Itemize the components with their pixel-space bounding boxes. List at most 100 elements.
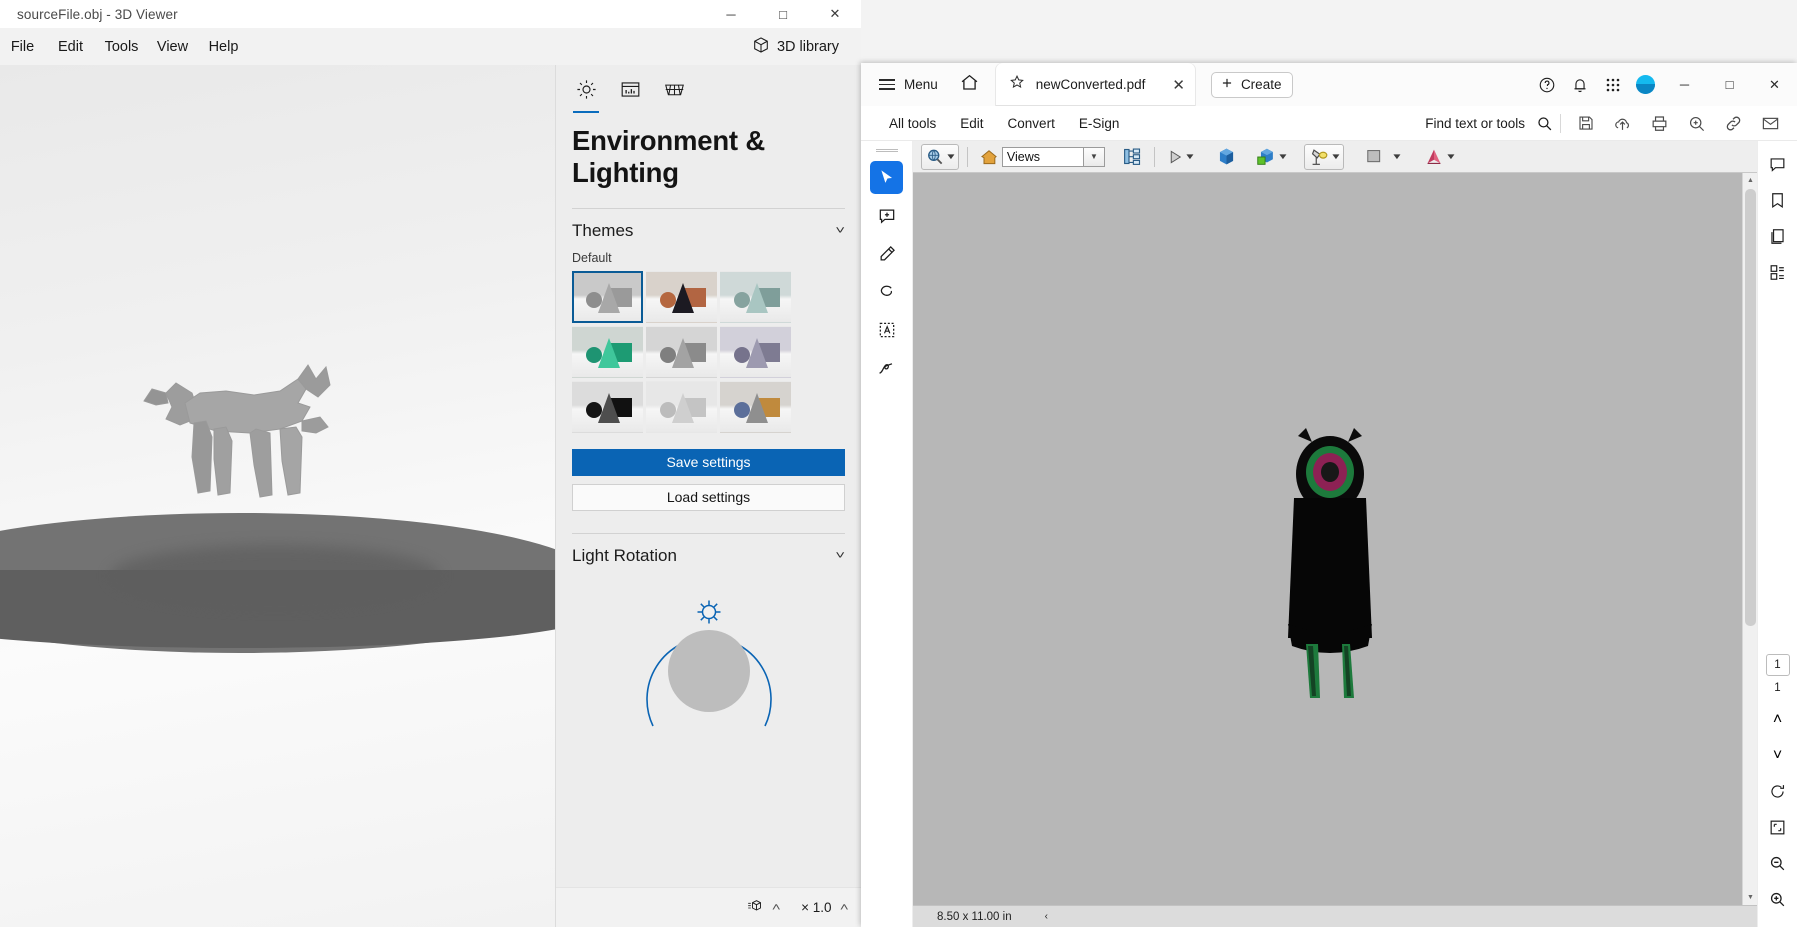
render-mode-button[interactable]: ▼ bbox=[1252, 144, 1290, 170]
rotate-page-icon[interactable] bbox=[1762, 776, 1793, 807]
page-thumbnails-icon[interactable] bbox=[1762, 257, 1793, 288]
chevron-down-icon[interactable]: ▼ bbox=[1184, 152, 1196, 161]
pdf-vertical-scrollbar[interactable]: ▲ ▼ bbox=[1742, 173, 1757, 905]
theme-teal-sky[interactable] bbox=[720, 270, 791, 323]
sign-tool-button[interactable] bbox=[870, 351, 903, 384]
play-animation-button[interactable]: ▼ bbox=[1163, 144, 1197, 170]
link-icon[interactable] bbox=[1715, 106, 1752, 141]
theme-green[interactable] bbox=[572, 325, 643, 378]
theme-sunset[interactable] bbox=[646, 270, 717, 323]
scale-control[interactable]: × 1.0 ˄ bbox=[801, 900, 848, 915]
model-units-control[interactable]: ˄ bbox=[747, 898, 780, 917]
theme-preview-shapes bbox=[729, 392, 783, 423]
all-tools-button[interactable]: All tools bbox=[877, 112, 948, 135]
acrobat-minimize-button[interactable]: ─ bbox=[1662, 63, 1707, 106]
comment-tool-button[interactable] bbox=[870, 199, 903, 232]
pdf-page-area[interactable]: x ▲ ▼ bbox=[913, 173, 1757, 905]
light-rotation-section-header[interactable]: Light Rotation ˅ bbox=[556, 534, 861, 572]
scroll-up-button[interactable]: ▲ bbox=[1743, 173, 1757, 188]
rail-grip[interactable] bbox=[875, 149, 898, 152]
scroll-down-button[interactable]: ▼ bbox=[1743, 890, 1757, 905]
default-view-button[interactable] bbox=[976, 144, 1002, 170]
scrollbar-thumb[interactable] bbox=[1745, 189, 1756, 626]
menu-file[interactable]: File bbox=[0, 33, 45, 61]
menu-help[interactable]: Help bbox=[198, 33, 249, 61]
hamburger-menu-icon[interactable] bbox=[879, 78, 895, 91]
theme-lavender[interactable] bbox=[720, 325, 791, 378]
print-icon[interactable] bbox=[1641, 106, 1678, 141]
acrobat-close-button[interactable]: ✕ bbox=[1752, 63, 1797, 106]
viewer-close-button[interactable]: ✕ bbox=[809, 0, 861, 28]
zoom-out-icon[interactable] bbox=[1762, 848, 1793, 879]
cross-section-button[interactable]: ▼ bbox=[1420, 144, 1458, 170]
page-number-input[interactable]: 1 bbox=[1765, 654, 1790, 676]
light-rotation-control[interactable] bbox=[556, 590, 861, 790]
chevron-down-icon[interactable]: ▼ bbox=[945, 152, 957, 161]
toolbar-divider bbox=[1560, 113, 1561, 133]
ortho-projection-button[interactable] bbox=[1213, 144, 1240, 170]
menu-edit[interactable]: Edit bbox=[45, 33, 96, 61]
model-tree-button[interactable] bbox=[1119, 144, 1146, 170]
save-settings-button[interactable]: Save settings bbox=[572, 448, 845, 476]
draw-tool-button[interactable] bbox=[870, 275, 903, 308]
themes-section-header[interactable]: Themes ˅ bbox=[556, 209, 861, 247]
highlight-tool-button[interactable] bbox=[870, 237, 903, 270]
background-color-button[interactable]: ▼ bbox=[1362, 144, 1404, 170]
close-icon[interactable]: ✕ bbox=[1172, 76, 1185, 94]
light-rotation-knob[interactable] bbox=[667, 629, 750, 712]
menu-view[interactable]: View bbox=[147, 33, 198, 61]
chevron-down-icon[interactable]: ▼ bbox=[1445, 152, 1457, 161]
lighting-button[interactable]: ▼ bbox=[1303, 143, 1344, 170]
create-button[interactable]: Create bbox=[1210, 71, 1294, 98]
upload-cloud-icon[interactable] bbox=[1604, 106, 1641, 141]
document-tab[interactable]: newConverted.pdf ✕ bbox=[995, 63, 1195, 106]
viewer-minimize-button[interactable]: ─ bbox=[705, 0, 757, 28]
acrobat-titlebar: Menu newConverted.pdf ✕ Create ─ □ ✕ bbox=[861, 63, 1797, 106]
status-collapse-button[interactable]: ‹ bbox=[1045, 911, 1048, 922]
page-up-button[interactable]: ˄ bbox=[1762, 704, 1793, 735]
help-circle-icon[interactable] bbox=[1530, 63, 1563, 106]
theme-dark[interactable] bbox=[572, 380, 643, 433]
3d-canvas[interactable] bbox=[0, 65, 556, 927]
theme-neutral[interactable] bbox=[646, 325, 717, 378]
chevron-down-icon[interactable]: ▼ bbox=[1277, 152, 1289, 161]
home-icon[interactable] bbox=[959, 72, 980, 98]
esign-button[interactable]: E-Sign bbox=[1067, 112, 1132, 135]
chevron-down-icon[interactable]: ▼ bbox=[1391, 152, 1403, 161]
select-tool-button[interactable] bbox=[870, 161, 903, 194]
3d-library-button[interactable]: 3D library bbox=[746, 32, 845, 62]
search-icon[interactable] bbox=[1534, 106, 1554, 141]
tab-statistics[interactable] bbox=[608, 75, 652, 109]
convert-button[interactable]: Convert bbox=[996, 112, 1067, 135]
bookmark-icon[interactable] bbox=[1762, 185, 1793, 216]
page-down-button[interactable]: ˅ bbox=[1762, 740, 1793, 771]
viewer-maximize-button[interactable]: □ bbox=[757, 0, 809, 28]
menu-tools[interactable]: Tools bbox=[96, 33, 147, 61]
apps-grid-icon[interactable] bbox=[1596, 63, 1629, 106]
theme-colorful[interactable] bbox=[720, 380, 791, 433]
tab-grid[interactable] bbox=[652, 75, 696, 109]
avatar[interactable] bbox=[1629, 63, 1662, 106]
find-highlight-icon[interactable] bbox=[1678, 106, 1715, 141]
organize-pages-icon[interactable] bbox=[1762, 221, 1793, 252]
views-input[interactable]: Views bbox=[1001, 146, 1084, 167]
acrobat-maximize-button[interactable]: □ bbox=[1707, 63, 1752, 106]
pdf-page[interactable]: x bbox=[913, 173, 1757, 905]
zoom-in-icon[interactable] bbox=[1762, 884, 1793, 915]
tab-environment-lighting[interactable] bbox=[564, 75, 608, 113]
edit-button[interactable]: Edit bbox=[948, 112, 995, 135]
comment-panel-icon[interactable] bbox=[1762, 149, 1793, 180]
save-icon[interactable] bbox=[1567, 106, 1604, 141]
star-icon[interactable] bbox=[1009, 74, 1025, 95]
text-edit-tool-button[interactable] bbox=[870, 313, 903, 346]
menu-label[interactable]: Menu bbox=[904, 77, 938, 92]
chevron-down-icon[interactable]: ▼ bbox=[1330, 152, 1342, 161]
load-settings-button[interactable]: Load settings bbox=[572, 483, 845, 511]
theme-default-gray[interactable] bbox=[572, 270, 643, 323]
rotate-3d-tool-button[interactable]: ▼ bbox=[921, 143, 959, 170]
mail-icon[interactable] bbox=[1752, 106, 1789, 141]
views-dropdown-arrow[interactable]: ▼ bbox=[1083, 146, 1105, 167]
bell-icon[interactable] bbox=[1563, 63, 1596, 106]
fit-page-icon[interactable] bbox=[1762, 812, 1793, 843]
theme-light[interactable] bbox=[646, 380, 717, 433]
